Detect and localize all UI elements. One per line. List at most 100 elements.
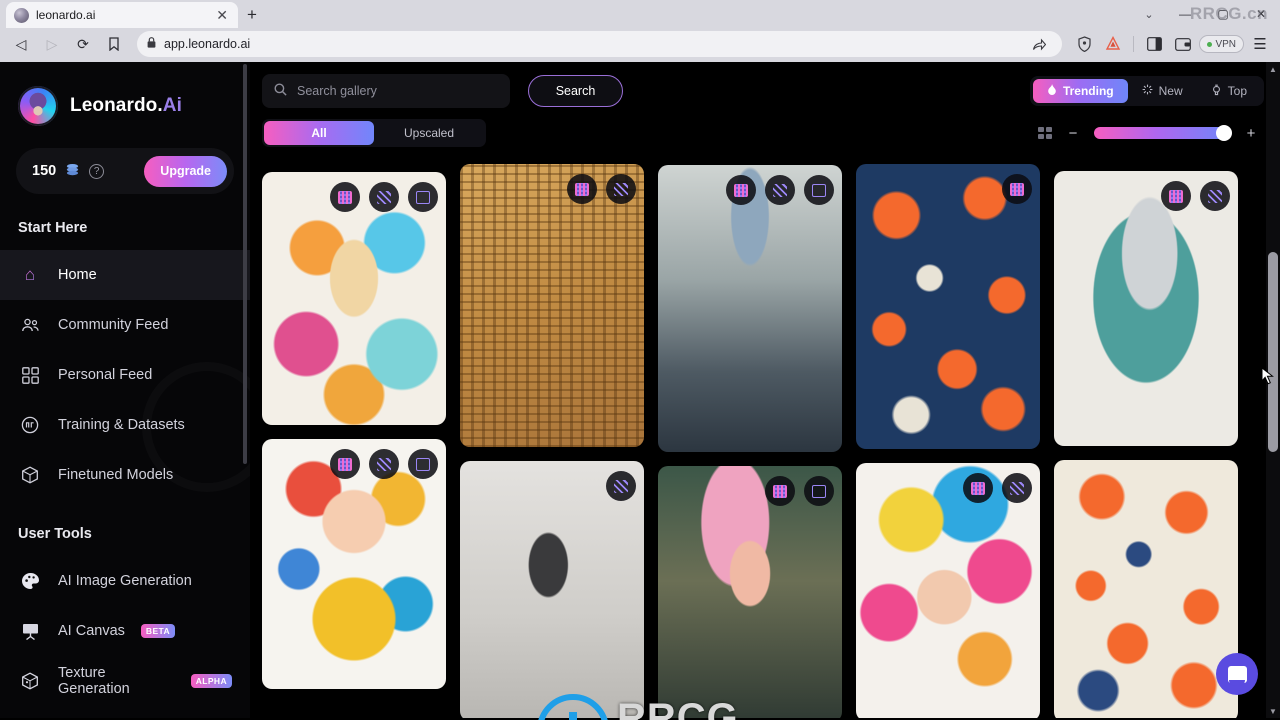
artwork-image	[460, 164, 644, 447]
variation-icon-button[interactable]	[369, 449, 399, 479]
gallery-card-dark-fantasy-woman-sheet[interactable]	[460, 461, 644, 718]
sidebar-item-ai-canvas[interactable]: AI Canvas BETA	[0, 606, 250, 656]
upgrade-button[interactable]: Upgrade	[144, 155, 227, 187]
sidebar-item-label: Community Feed	[58, 317, 169, 333]
artwork-image	[1054, 171, 1238, 446]
share-icon[interactable]	[1026, 32, 1052, 56]
site-favicon-icon	[14, 7, 29, 23]
search-field-wrapper[interactable]	[262, 74, 510, 108]
filter-upscaled[interactable]: Upscaled	[374, 121, 484, 145]
training-datasets-icon	[18, 416, 42, 434]
scrollbar-thumb[interactable]	[1268, 252, 1278, 452]
upscale-icon-button[interactable]	[330, 182, 360, 212]
upscale-icon-button[interactable]	[963, 473, 993, 503]
tab-search-chevron-icon[interactable]: ⌄	[1132, 0, 1166, 28]
mouse-cursor	[1261, 366, 1274, 391]
tab-trending[interactable]: Trending	[1032, 79, 1128, 103]
zoom-controls: − +	[1038, 125, 1264, 142]
gallery-column	[460, 164, 644, 718]
upscale-icon-button[interactable]	[567, 174, 597, 204]
expand-icon-button[interactable]	[804, 175, 834, 205]
zoom-in-button[interactable]: +	[1244, 125, 1258, 142]
upscale-icon-button[interactable]	[330, 449, 360, 479]
sidebar-item-texture-generation[interactable]: Texture Generation ALPHA	[0, 656, 250, 706]
gallery-card-lion-sunglasses-watercolor[interactable]	[262, 172, 446, 425]
brand-header[interactable]: Leonardo.Ai	[0, 86, 250, 126]
address-bar[interactable]: app.leonardo.ai	[137, 31, 1063, 57]
toolbar-divider	[1133, 36, 1135, 52]
canvas-easel-icon	[18, 623, 42, 640]
search-input[interactable]	[297, 84, 498, 98]
variation-icon-button[interactable]	[1200, 181, 1230, 211]
tab-label: New	[1158, 84, 1183, 98]
minimize-window-button[interactable]: —	[1166, 0, 1204, 28]
bookmark-icon[interactable]	[100, 31, 128, 57]
gallery-card-blue-haired-warrior-woman[interactable]	[658, 165, 842, 452]
variation-icon-button[interactable]	[606, 471, 636, 501]
brave-logo-icon[interactable]	[1100, 32, 1126, 56]
sidebar-panel-icon[interactable]	[1141, 32, 1167, 56]
sidebar-scrollbar[interactable]	[243, 64, 247, 464]
gallery-card-orange-blue-floral-pattern[interactable]	[856, 164, 1040, 449]
gallery-column	[262, 172, 446, 703]
browser-navbar: ◁ ▷ ⟳ app.leonardo.ai VPN ☰	[0, 28, 1280, 62]
credit-count: 150	[32, 163, 57, 179]
search-button[interactable]: Search	[528, 75, 623, 107]
sidebar-item-home[interactable]: ⌂ Home	[0, 250, 250, 300]
leonardo-app: Leonardo.Ai 150 ? Upgrade Start Here ⌂ H…	[0, 62, 1280, 720]
variation-icon-button[interactable]	[765, 175, 795, 205]
upscale-icon-button[interactable]	[1161, 181, 1191, 211]
intercom-chat-button[interactable]	[1216, 653, 1258, 695]
window-controls: ⌄ — ▢ ✕	[1132, 0, 1280, 28]
close-window-button[interactable]: ✕	[1242, 0, 1280, 28]
zoom-out-button[interactable]: −	[1066, 125, 1080, 142]
gallery-card-orange-daisy-floral-pattern[interactable]	[1054, 460, 1238, 718]
expand-icon-button[interactable]	[408, 449, 438, 479]
vpn-text: VPN	[1215, 38, 1236, 50]
image-gallery	[262, 164, 1266, 718]
new-tab-button[interactable]: +	[238, 2, 266, 28]
brave-shields-icon[interactable]	[1071, 32, 1097, 56]
home-icon: ⌂	[18, 265, 42, 285]
tab-new[interactable]: New	[1128, 79, 1197, 103]
gallery-card-koala-riding-bicycle[interactable]	[1054, 171, 1238, 446]
tab-top[interactable]: Top	[1197, 79, 1261, 103]
gallery-card-girl-blue-glasses-colorful[interactable]	[262, 439, 446, 689]
tab-label: Top	[1227, 84, 1247, 98]
browser-tab[interactable]: leonardo.ai ✕	[6, 2, 238, 28]
forward-icon[interactable]: ▷	[38, 31, 66, 57]
upscale-icon-button[interactable]	[726, 175, 756, 205]
main-content: Search Trending New	[250, 62, 1280, 718]
scroll-up-arrow-icon[interactable]: ▲	[1266, 62, 1280, 76]
grid-layout-icon[interactable]	[1038, 127, 1052, 139]
app-sidebar: Leonardo.Ai 150 ? Upgrade Start Here ⌂ H…	[0, 62, 250, 718]
cube-icon	[18, 466, 42, 484]
filter-all[interactable]: All	[264, 121, 374, 145]
expand-icon-button[interactable]	[804, 476, 834, 506]
upscale-icon-button[interactable]	[765, 476, 795, 506]
sidebar-item-ai-image-generation[interactable]: AI Image Generation	[0, 556, 250, 606]
brand-title-suffix: Ai	[162, 95, 182, 116]
wallet-icon[interactable]	[1170, 32, 1196, 56]
variation-icon-button[interactable]	[1002, 473, 1032, 503]
brand-title: Leonardo.Ai	[70, 95, 182, 117]
browser-menu-icon[interactable]: ☰	[1247, 32, 1273, 56]
gallery-card-egyptian-hieroglyphs-wall[interactable]	[460, 164, 644, 447]
back-icon[interactable]: ◁	[7, 31, 35, 57]
leonardo-avatar-icon	[18, 86, 58, 126]
scroll-down-arrow-icon[interactable]: ▼	[1266, 704, 1280, 718]
help-icon[interactable]: ?	[89, 163, 105, 179]
variation-icon-button[interactable]	[606, 174, 636, 204]
gallery-card-rainbow-hair-woman-portrait[interactable]	[856, 463, 1040, 718]
variation-icon-button[interactable]	[369, 182, 399, 212]
close-tab-icon[interactable]: ✕	[214, 8, 230, 22]
zoom-slider[interactable]	[1094, 125, 1232, 141]
zoom-slider-handle[interactable]	[1216, 125, 1232, 141]
vpn-status-pill[interactable]: VPN	[1199, 35, 1244, 53]
expand-icon-button[interactable]	[408, 182, 438, 212]
sidebar-item-community-feed[interactable]: Community Feed	[0, 300, 250, 350]
maximize-window-button[interactable]: ▢	[1204, 0, 1242, 28]
upscale-icon-button[interactable]	[1002, 174, 1032, 204]
reload-icon[interactable]: ⟳	[69, 31, 97, 57]
gallery-card-pink-haired-fantasy-portrait[interactable]	[658, 466, 842, 718]
